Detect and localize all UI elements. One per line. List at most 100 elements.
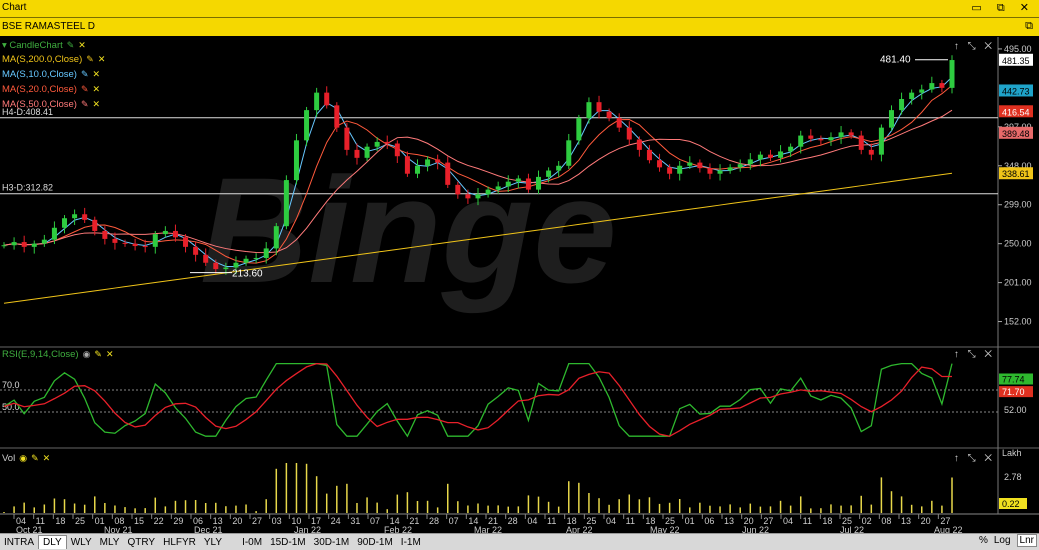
indicator-3[interactable]: MA(S,20.0,Close) ✎ ✕: [2, 84, 100, 95]
candle-body[interactable]: [677, 165, 683, 174]
candle-body[interactable]: [475, 194, 481, 199]
interval-tab[interactable]: 15D-1M: [266, 536, 310, 549]
candle-body[interactable]: [747, 159, 753, 165]
candle-body[interactable]: [102, 230, 108, 239]
candle-body[interactable]: [878, 127, 884, 155]
candle-body[interactable]: [223, 267, 229, 270]
candle-body[interactable]: [576, 118, 582, 141]
candle-body[interactable]: [949, 60, 955, 88]
candle-body[interactable]: [546, 170, 552, 177]
close-icon[interactable]: ✕: [98, 54, 106, 64]
candle-body[interactable]: [646, 149, 652, 161]
candle-body[interactable]: [122, 242, 128, 244]
candle-body[interactable]: [51, 227, 57, 240]
candle-body[interactable]: [919, 89, 925, 93]
candle-body[interactable]: [334, 105, 340, 128]
candle-body[interactable]: [929, 83, 935, 90]
candle-body[interactable]: [354, 149, 360, 158]
period-tab-mly[interactable]: MLY: [96, 536, 124, 549]
indicator-1[interactable]: MA(S,200.0,Close) ✎ ✕: [2, 54, 105, 65]
pencil-icon[interactable]: ✎: [81, 69, 89, 79]
period-tab-dly[interactable]: DLY: [38, 535, 67, 549]
candle-body[interactable]: [41, 239, 47, 244]
candle-body[interactable]: [414, 165, 420, 174]
candle-body[interactable]: [899, 99, 905, 111]
pencil-icon[interactable]: ✎: [81, 84, 89, 94]
candle-body[interactable]: [636, 139, 642, 150]
candle-body[interactable]: [667, 167, 673, 174]
interval-tab[interactable]: 30D-1M: [310, 536, 354, 549]
candle-body[interactable]: [435, 159, 441, 163]
candle-body[interactable]: [717, 170, 723, 174]
candle-body[interactable]: [495, 186, 501, 190]
chart-canvas[interactable]: Binge H4-D:408.41H3-D:312.82 481.40213.6…: [0, 37, 1039, 533]
candle-body[interactable]: [465, 194, 471, 199]
candle-body[interactable]: [404, 156, 410, 174]
candle-body[interactable]: [394, 143, 400, 157]
candle-body[interactable]: [233, 262, 239, 268]
candle-body[interactable]: [888, 110, 894, 128]
pencil-icon[interactable]: ✎: [81, 99, 89, 109]
candle-body[interactable]: [616, 118, 622, 128]
candle-body[interactable]: [657, 160, 663, 168]
candle-body[interactable]: [556, 165, 562, 171]
candle-body[interactable]: [606, 111, 612, 119]
close-icon[interactable]: ✕: [106, 349, 114, 359]
period-tab-intra[interactable]: INTRA: [0, 536, 38, 549]
candle-body[interactable]: [344, 127, 350, 150]
scale-toggle-log[interactable]: Log: [994, 535, 1011, 546]
candle-body[interactable]: [485, 189, 491, 195]
candle-body[interactable]: [213, 262, 219, 270]
candle-body[interactable]: [203, 254, 209, 263]
period-tab-hlfyr[interactable]: HLFYR: [159, 536, 200, 549]
candle-body[interactable]: [778, 151, 784, 158]
indicator-2[interactable]: MA(S,10.0,Close) ✎ ✕: [2, 69, 100, 80]
candle-body[interactable]: [314, 92, 320, 111]
candle-body[interactable]: [525, 178, 531, 190]
indicator-0[interactable]: ▾ CandleChart ✎ ✕: [2, 40, 86, 51]
candle-body[interactable]: [505, 181, 511, 187]
candle-body[interactable]: [697, 162, 703, 169]
candle-body[interactable]: [515, 178, 521, 182]
candle-body[interactable]: [939, 83, 945, 88]
candle-body[interactable]: [304, 110, 310, 141]
pencil-icon[interactable]: ✎: [31, 453, 39, 463]
interval-tab[interactable]: 90D-1M: [353, 536, 397, 549]
candle-body[interactable]: [838, 132, 844, 138]
close-icon[interactable]: ✕: [43, 453, 51, 463]
candle-body[interactable]: [112, 238, 118, 243]
price-panel-controls[interactable]: ↑ ⤡ ✕: [954, 41, 995, 52]
close-icon[interactable]: ✕: [93, 99, 101, 109]
candle-body[interactable]: [62, 218, 68, 228]
candle-body[interactable]: [808, 135, 814, 139]
eye-icon[interactable]: ◉: [83, 349, 91, 359]
eye-icon[interactable]: ◉: [19, 453, 27, 463]
candle-body[interactable]: [253, 257, 259, 259]
candle-body[interactable]: [848, 132, 854, 136]
restore-icon[interactable]: ⧉: [1025, 20, 1033, 33]
candle-body[interactable]: [737, 164, 743, 168]
candle-body[interactable]: [757, 154, 763, 160]
candle-body[interactable]: [162, 230, 168, 235]
pencil-icon[interactable]: ✎: [67, 40, 75, 50]
candle-body[interactable]: [596, 102, 602, 112]
candle-body[interactable]: [172, 230, 178, 238]
scale-toggle-lnr[interactable]: Lnr: [1016, 534, 1037, 547]
candle-body[interactable]: [445, 162, 451, 185]
candle-body[interactable]: [273, 226, 279, 249]
candle-body[interactable]: [263, 248, 269, 258]
candle-body[interactable]: [727, 167, 733, 171]
candle-body[interactable]: [858, 135, 864, 150]
candle-body[interactable]: [384, 141, 390, 144]
candle-body[interactable]: [909, 92, 915, 99]
period-tab-wly[interactable]: WLY: [67, 536, 96, 549]
close-icon[interactable]: ✕: [93, 69, 101, 79]
candle-body[interactable]: [798, 135, 804, 147]
candle-body[interactable]: [788, 146, 794, 152]
candle-body[interactable]: [536, 176, 542, 190]
candle-body[interactable]: [283, 180, 289, 227]
candle-body[interactable]: [31, 243, 37, 247]
scale-toggle-percent[interactable]: %: [979, 535, 988, 546]
period-tab-yly[interactable]: YLY: [200, 536, 226, 549]
candle-body[interactable]: [142, 246, 148, 248]
